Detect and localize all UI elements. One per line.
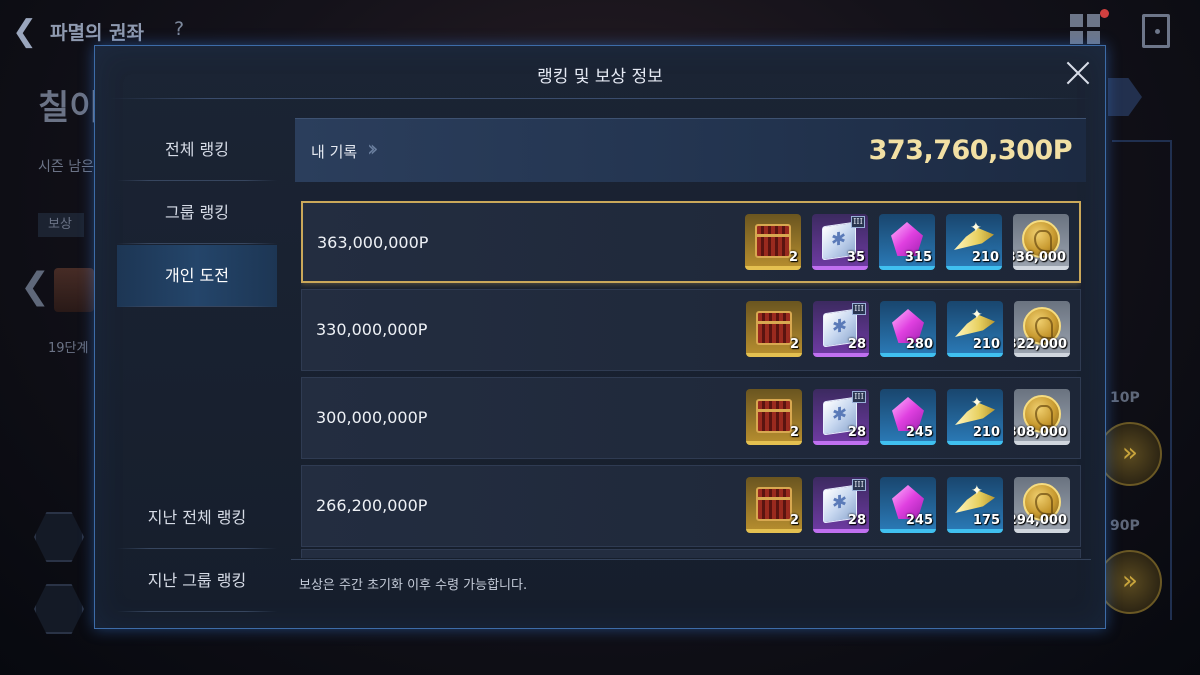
header-divider	[109, 98, 1091, 99]
nav-item-past-total-ranking[interactable]: 지난 전체 랭킹	[117, 487, 277, 549]
purple-gem-icon[interactable]: 280	[880, 301, 936, 357]
menu-grid-icon[interactable]	[1070, 14, 1102, 46]
modal-title: 랭킹 및 보상 정보	[537, 67, 663, 87]
treasure-chest-icon[interactable]: 2	[746, 389, 802, 445]
treasure-chest-graphic	[755, 224, 791, 258]
nav-item-total-ranking[interactable]: 전체 랭킹	[117, 119, 277, 181]
background-chest-icon	[54, 268, 94, 312]
item-count: 2	[789, 337, 799, 352]
item-count: 28	[847, 337, 866, 352]
item-count: 28	[847, 425, 866, 440]
item-count: 2	[789, 425, 799, 440]
background-heading: 칠이	[38, 88, 101, 128]
crystal-cube-icon[interactable]: III 35	[812, 214, 868, 270]
reward-items: 2 III 28 245 ✦ 210 308,000	[746, 389, 1070, 447]
background-season-text: 시즌 남은	[38, 159, 94, 175]
item-count: 175	[972, 513, 1000, 528]
background-stage-text: 19단계	[48, 341, 89, 356]
my-record-bar: 내 기록 ›› 373,760,300P	[295, 118, 1086, 182]
crystal-cube-icon[interactable]: III 28	[813, 477, 869, 533]
nav-item-group-ranking[interactable]: 그룹 랭킹	[117, 182, 277, 244]
background-title: 파멸의 권좌	[50, 22, 145, 44]
crystal-cube-icon[interactable]: III 28	[813, 301, 869, 357]
item-count: 210	[972, 337, 1000, 352]
golden-feather-icon[interactable]: ✦ 210	[946, 214, 1002, 270]
treasure-chest-icon[interactable]: 2	[745, 214, 801, 270]
row-score: 300,000,000P	[316, 408, 428, 427]
golden-feather-icon[interactable]: ✦ 210	[947, 301, 1003, 357]
item-count: 322,000	[1014, 337, 1067, 352]
reward-items: 2 III 35 315 ✦ 210 336,000	[745, 214, 1069, 272]
exit-door-icon[interactable]	[1142, 14, 1170, 48]
nav-item-past-group-ranking[interactable]: 지난 그룹 랭킹	[117, 550, 277, 612]
reward-row[interactable]: 266,200,000P 2 III 28 245 ✦ 175 294,000	[301, 465, 1081, 547]
footer-divider	[291, 559, 1091, 560]
purple-gem-icon[interactable]: 315	[879, 214, 935, 270]
item-count: 245	[905, 513, 933, 528]
item-count: 294,000	[1014, 513, 1067, 528]
treasure-chest-graphic	[756, 311, 792, 345]
gold-coin-icon[interactable]: 294,000	[1014, 477, 1070, 533]
row-score: 363,000,000P	[317, 233, 429, 252]
item-count: 28	[847, 513, 866, 528]
reward-tier-list[interactable]: 363,000,000P 2 III 35 315 ✦ 210 336,000 330,000,…	[301, 201, 1081, 558]
gold-coin-icon[interactable]: 308,000	[1014, 389, 1070, 445]
tier-badge: III	[851, 216, 865, 228]
item-count: 35	[846, 250, 865, 265]
close-icon[interactable]	[1065, 60, 1091, 86]
golden-feather-icon[interactable]: ✦ 175	[947, 477, 1003, 533]
ranking-reward-modal: 랭킹 및 보상 정보 전체 랭킹 그룹 랭킹 개인 도전 지난 전체 랭킹 지난…	[94, 45, 1106, 629]
background-fast-forward-icon-2[interactable]: »	[1098, 550, 1162, 614]
item-count: 245	[905, 425, 933, 440]
nav-item-personal-challenge[interactable]: 개인 도전	[117, 245, 277, 307]
sparkle-icon: ✦	[971, 395, 983, 411]
background-left-arrow-icon[interactable]: ❮	[20, 266, 50, 307]
modal-header: 랭킹 및 보상 정보	[95, 46, 1105, 98]
background-right-text-1: 10P	[1110, 390, 1140, 406]
reward-row[interactable]: 330,000,000P 2 III 28 280 ✦ 210 322,000	[301, 289, 1081, 371]
item-count: 210	[972, 425, 1000, 440]
item-count: 308,000	[1014, 425, 1067, 440]
item-count: 2	[788, 250, 798, 265]
purple-gem-icon[interactable]: 245	[880, 477, 936, 533]
item-count: 2	[789, 513, 799, 528]
help-icon[interactable]: ?	[174, 18, 184, 40]
background-reward-tag: 보상	[38, 213, 84, 237]
item-count: 315	[904, 250, 932, 265]
item-count: 210	[971, 250, 999, 265]
background-right-text-2: 90P	[1110, 518, 1140, 534]
treasure-chest-icon[interactable]: 2	[746, 301, 802, 357]
treasure-chest-icon[interactable]: 2	[746, 477, 802, 533]
reward-row[interactable]: 300,000,000P 2 III 28 245 ✦ 210 308,000	[301, 377, 1081, 459]
crystal-cube-icon[interactable]: III 28	[813, 389, 869, 445]
gold-coin-icon[interactable]: 322,000	[1014, 301, 1070, 357]
notification-dot	[1100, 9, 1109, 18]
row-score: 330,000,000P	[316, 320, 428, 339]
double-chevron-icon: ››	[367, 137, 378, 162]
reward-row-partial	[301, 549, 1081, 558]
tier-badge: III	[852, 479, 866, 491]
reward-items: 2 III 28 245 ✦ 175 294,000	[746, 477, 1070, 535]
tier-badge: III	[852, 391, 866, 403]
reward-items: 2 III 28 280 ✦ 210 322,000	[746, 301, 1070, 359]
purple-gem-icon[interactable]: 245	[880, 389, 936, 445]
golden-feather-icon[interactable]: ✦ 210	[947, 389, 1003, 445]
tier-badge: III	[852, 303, 866, 315]
background-fast-forward-icon-1[interactable]: »	[1098, 422, 1162, 486]
footer-note: 보상은 주간 초기화 이후 수령 가능합니다.	[299, 578, 528, 593]
item-count: 280	[905, 337, 933, 352]
my-record-label: 내 기록	[311, 143, 358, 161]
treasure-chest-graphic	[756, 399, 792, 433]
sparkle-icon: ✦	[971, 483, 983, 499]
row-score: 266,200,000P	[316, 496, 428, 515]
reward-row[interactable]: 363,000,000P 2 III 35 315 ✦ 210 336,000	[301, 201, 1081, 283]
background-right-frame	[1112, 140, 1172, 620]
gold-coin-icon[interactable]: 336,000	[1013, 214, 1069, 270]
back-arrow-icon[interactable]: ❮	[12, 14, 42, 50]
my-record-score: 373,760,300P	[868, 135, 1073, 166]
sparkle-icon: ✦	[970, 220, 982, 236]
item-count: 336,000	[1013, 250, 1066, 265]
sparkle-icon: ✦	[971, 307, 983, 323]
treasure-chest-graphic	[756, 487, 792, 521]
